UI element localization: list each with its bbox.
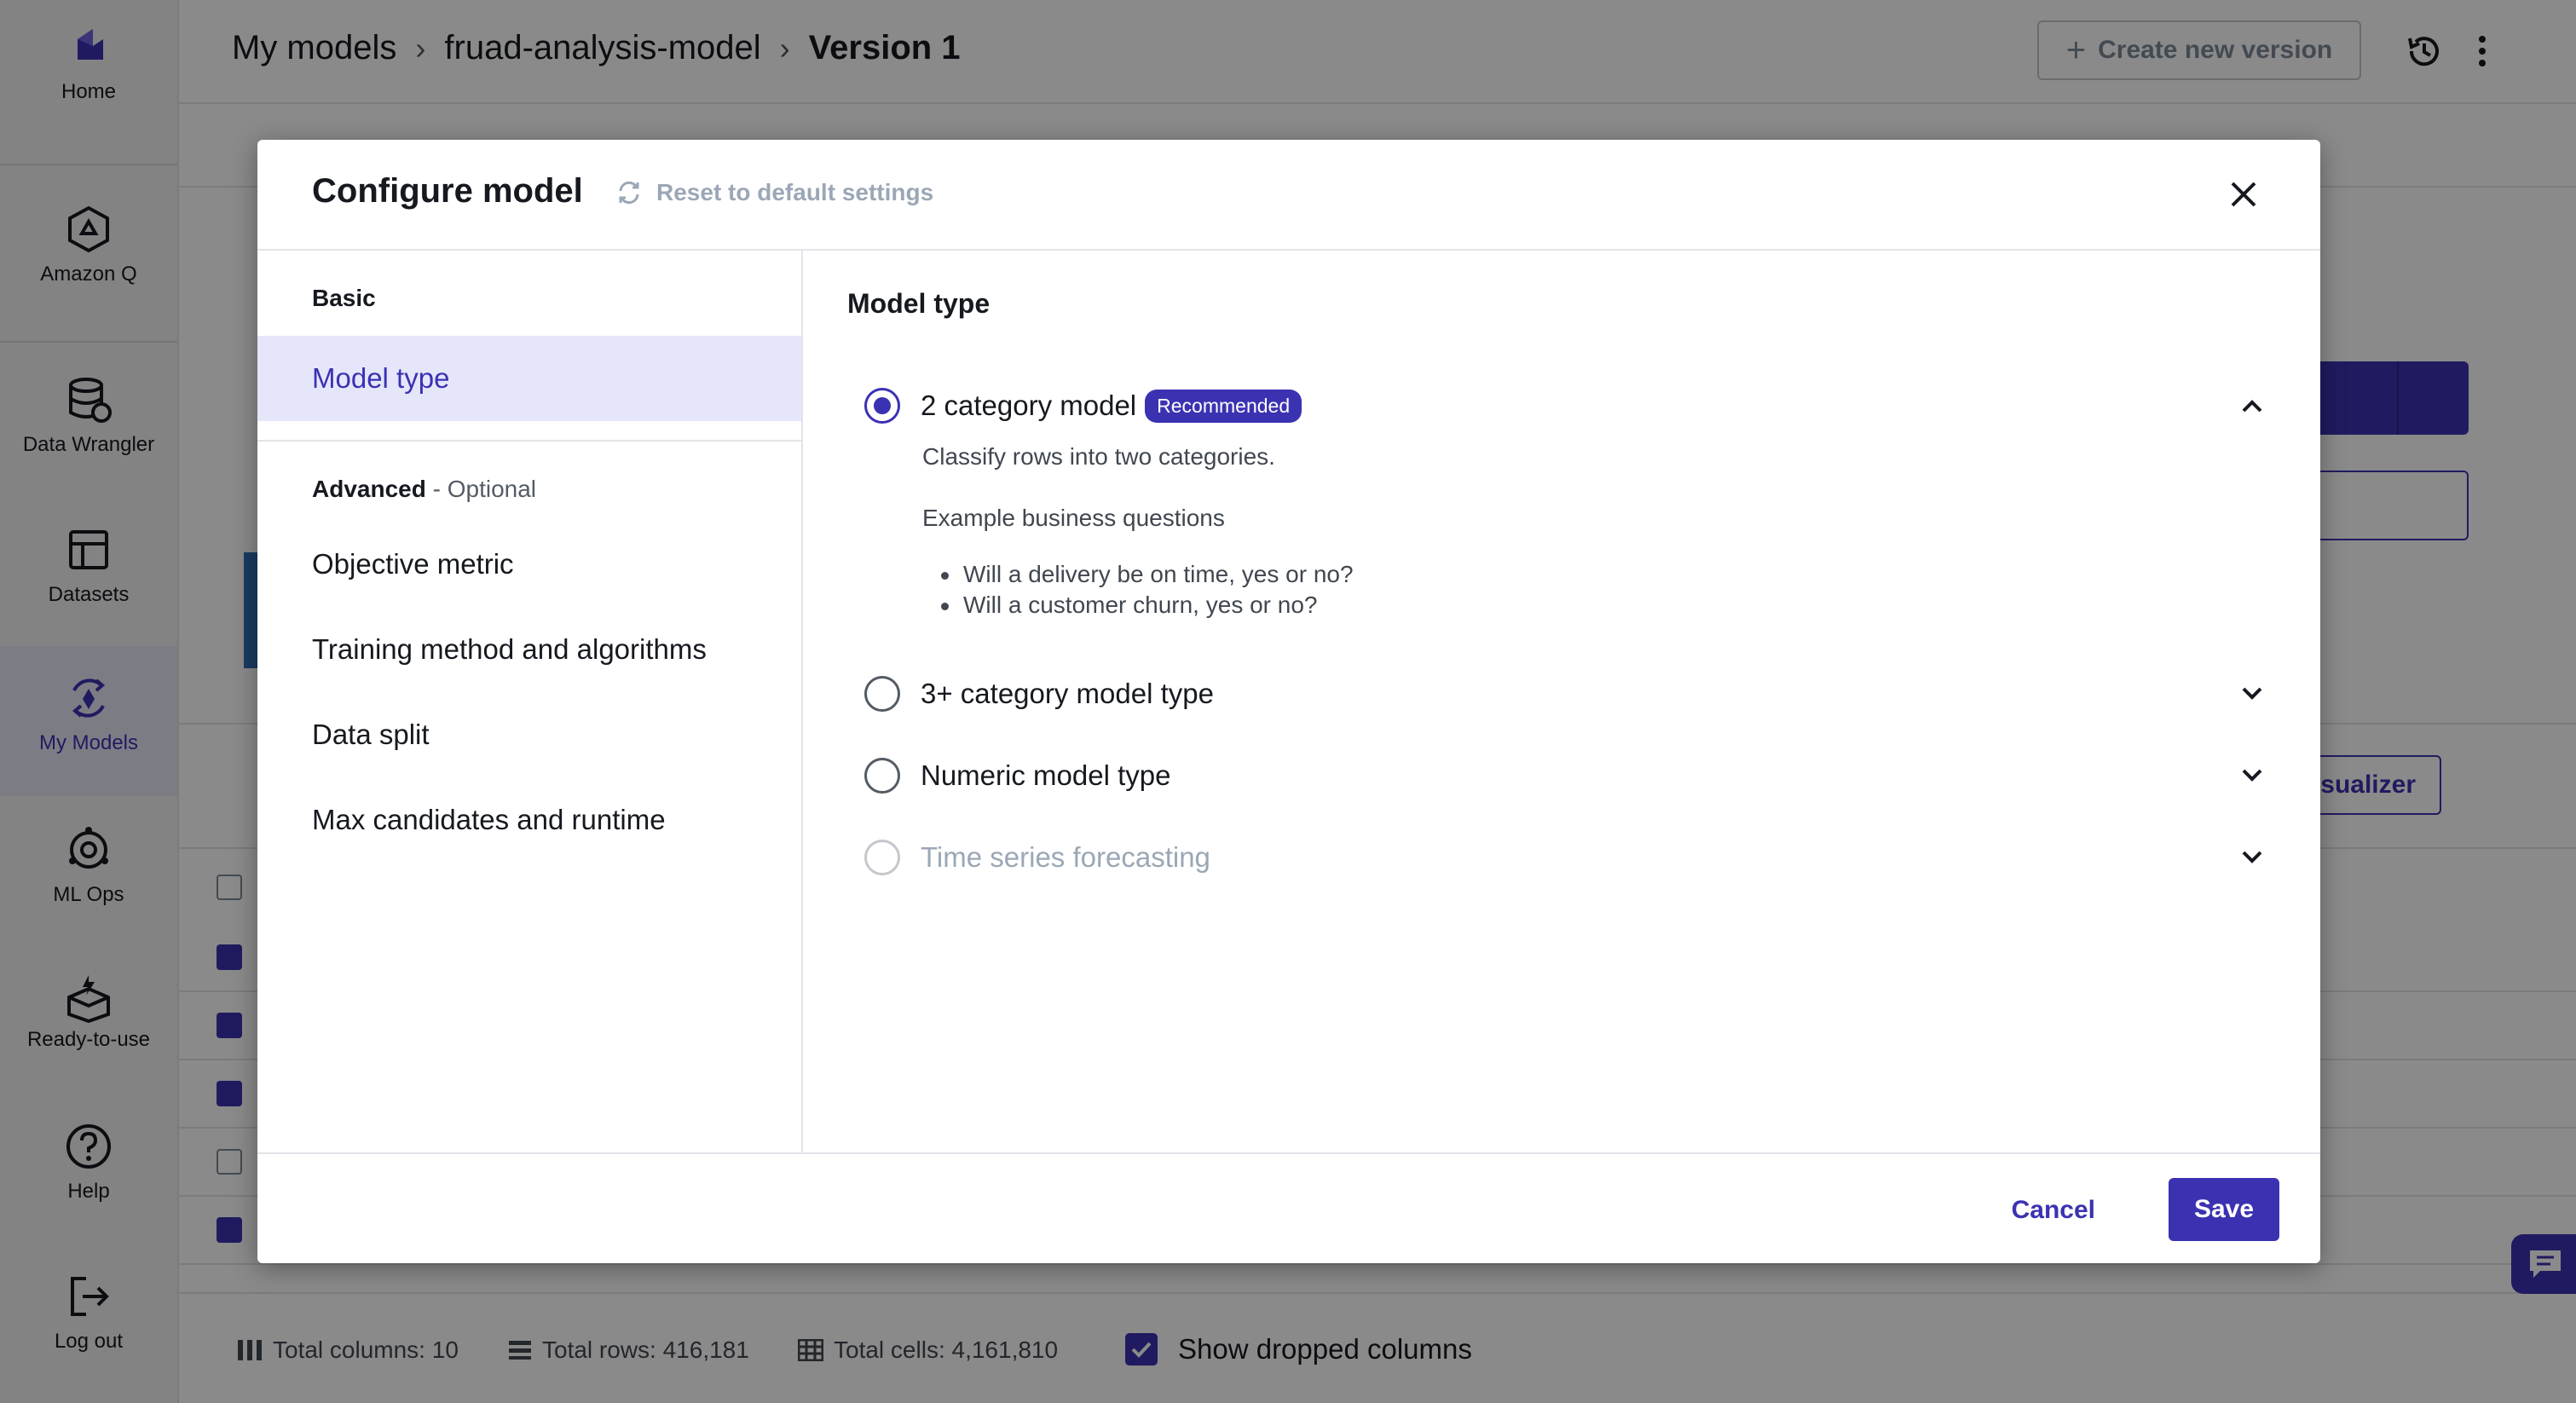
radio-button[interactable] [864,388,900,424]
nav-divider [257,440,801,442]
option-label: Time series forecasting [921,841,1210,873]
option-description: Classify rows into two categories. [922,443,1275,470]
optional-label: - Optional [425,476,536,502]
chevron-down-icon[interactable] [2235,759,2269,793]
radio-button[interactable] [864,840,900,875]
option-label: 2 category model [921,390,1137,421]
nav-group-advanced: Advanced - Optional [312,476,536,503]
save-button[interactable]: Save [2169,1178,2279,1241]
example-questions-list: Will a delivery be on time, yes or no? W… [941,561,1354,622]
option-label: Numeric model type [921,759,1171,791]
refresh-icon [619,181,639,205]
model-type-panel: Model type 2 category model Recommended … [805,251,2320,1152]
option-label: 3+ category model type [921,678,1214,709]
option-time-series-forecasting[interactable]: Time series forecasting [864,832,2269,883]
reset-to-default-button[interactable]: Reset to default settings [615,179,933,206]
chevron-up-icon[interactable] [2235,389,2269,423]
configure-model-dialog: Configure model Reset to default setting… [257,140,2320,1263]
nav-item-data-split[interactable]: Data split [257,692,801,777]
dialog-header: Configure model Reset to default setting… [257,140,2320,251]
section-title: Model type [847,288,991,319]
nav-item-objective-metric[interactable]: Objective metric [257,522,801,607]
example-questions-title: Example business questions [922,505,1225,531]
chevron-down-icon[interactable] [2235,840,2269,875]
settings-nav: Basic Model type Advanced - Optional Obj… [257,251,803,1152]
nav-group-basic: Basic [312,285,376,311]
list-item: Will a delivery be on time, yes or no? [941,561,1354,588]
nav-item-max-candidates[interactable]: Max candidates and runtime [257,777,801,863]
radio-button[interactable] [864,758,900,794]
dialog-title: Configure model [312,172,583,210]
dialog-footer: Cancel Save [257,1152,2320,1263]
radio-button[interactable] [864,676,900,712]
advanced-label: Advanced [312,476,426,502]
option-3-plus-category-model[interactable]: 3+ category model type [864,668,2269,719]
list-item: Will a customer churn, yes or no? [941,592,1354,619]
option-2-category-model[interactable]: 2 category model Recommended [864,380,2269,431]
nav-item-training-method[interactable]: Training method and algorithms [257,607,801,692]
recommended-badge: Recommended [1145,389,1302,423]
reset-label: Reset to default settings [656,179,934,205]
close-icon [2231,182,2256,207]
close-button[interactable] [2221,172,2266,217]
nav-item-model-type[interactable]: Model type [257,336,801,421]
cancel-button[interactable]: Cancel [1998,1180,2109,1241]
option-numeric-model[interactable]: Numeric model type [864,750,2269,801]
chevron-down-icon[interactable] [2235,677,2269,711]
